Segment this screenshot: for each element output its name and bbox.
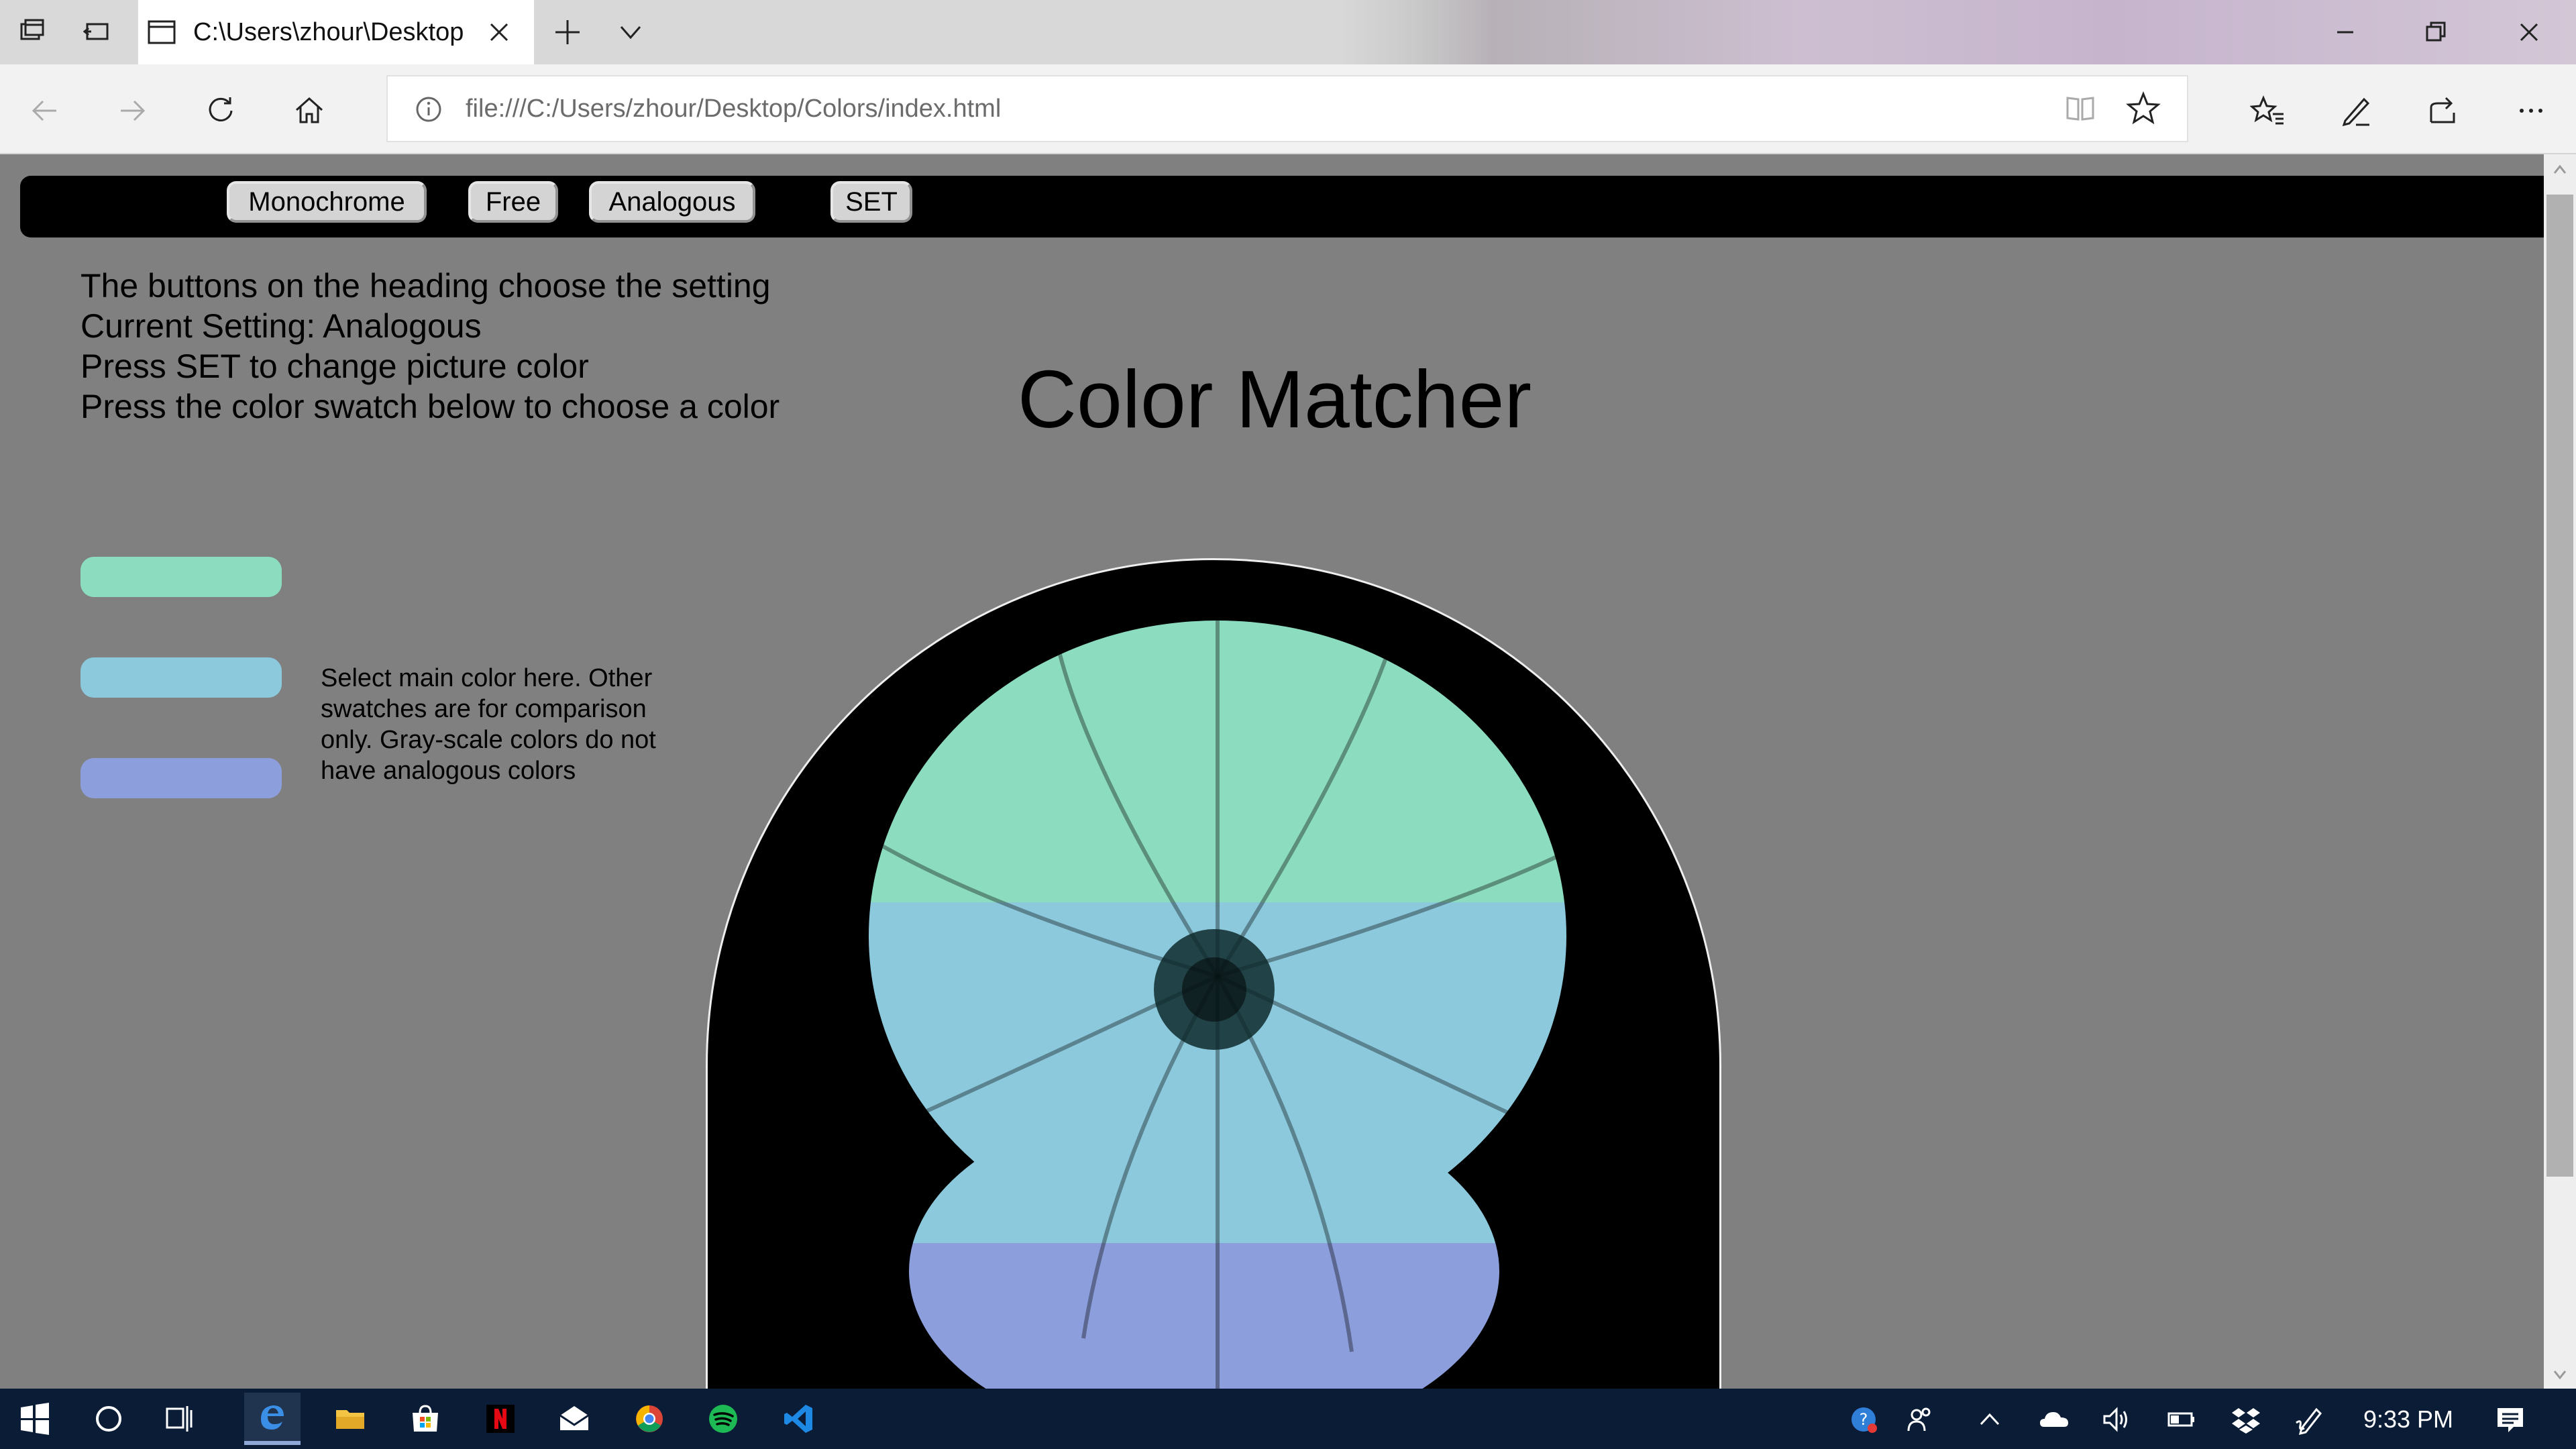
- url-text[interactable]: file:///C:/Users/zhour/Desktop/Colors/in…: [466, 90, 1539, 127]
- cortana-icon: [96, 1406, 121, 1432]
- comparison-swatch[interactable]: [80, 758, 282, 798]
- start-button[interactable]: [7, 1393, 63, 1445]
- taskbar-spotify[interactable]: [695, 1393, 751, 1445]
- chevron-down-icon[interactable]: [612, 17, 649, 47]
- taskbar-vscode[interactable]: [770, 1393, 826, 1445]
- new-tab-icon[interactable]: [549, 16, 586, 48]
- netflix-icon: [486, 1405, 515, 1433]
- battery-icon: [2167, 1412, 2194, 1427]
- start-icon: [21, 1403, 49, 1435]
- favorites-list-icon: [2250, 95, 2284, 125]
- tray-overflow[interactable]: [1970, 1399, 2010, 1440]
- more-button[interactable]: [2506, 86, 2556, 136]
- reading-view-icon[interactable]: [2062, 90, 2098, 126]
- help-icon: ?: [1851, 1407, 1877, 1433]
- more-icon: [2520, 109, 2542, 113]
- close-tab-icon[interactable]: [484, 17, 514, 47]
- tab-preview-icon[interactable]: [78, 13, 115, 51]
- tint-band-green: [869, 621, 1566, 902]
- volume-icon: [2103, 1407, 2127, 1432]
- notification-icon: [2498, 1408, 2523, 1432]
- chevron-up-icon: [1980, 1413, 2000, 1426]
- tray-onedrive[interactable]: [2034, 1399, 2074, 1440]
- taskbar-file-explorer[interactable]: [322, 1393, 378, 1445]
- tray-battery[interactable]: [2161, 1399, 2202, 1440]
- edge-icon: [261, 1405, 284, 1430]
- close-window-icon[interactable]: [2509, 16, 2549, 48]
- task-view-icon: [166, 1406, 193, 1432]
- tray-dropbox[interactable]: [2226, 1399, 2266, 1440]
- vscode-icon: [784, 1405, 812, 1433]
- analogous-button[interactable]: Analogous: [589, 181, 755, 223]
- store-icon: [413, 1405, 438, 1432]
- windows-ink-icon: [2296, 1407, 2322, 1436]
- refresh-icon: [209, 97, 233, 121]
- taskbar-netflix[interactable]: [472, 1393, 529, 1445]
- page-title: Color Matcher: [1017, 354, 1532, 445]
- info-icon[interactable]: [412, 93, 445, 126]
- back-button[interactable]: [20, 86, 70, 136]
- star-icon[interactable]: [2125, 90, 2161, 126]
- pen-icon: [2342, 97, 2370, 127]
- tray-action-center[interactable]: [2490, 1399, 2530, 1440]
- tray-help[interactable]: ?: [1843, 1399, 1884, 1440]
- spotify-icon: [709, 1405, 737, 1433]
- home-icon: [295, 97, 323, 123]
- cortana-button[interactable]: [80, 1393, 137, 1445]
- forward-button[interactable]: [107, 86, 157, 136]
- people-icon: [1907, 1407, 1931, 1432]
- comparison-swatch[interactable]: [80, 657, 282, 698]
- monochrome-button[interactable]: Monochrome: [227, 181, 427, 223]
- home-button[interactable]: [284, 86, 334, 136]
- arrow-left-icon: [32, 100, 56, 121]
- set-button[interactable]: SET: [830, 181, 912, 223]
- swatch-note: Select main color here. Other swatches a…: [321, 664, 656, 785]
- taskbar-mail[interactable]: [546, 1393, 602, 1445]
- taskbar-edge[interactable]: [244, 1393, 301, 1445]
- current-setting-text: Current Setting: Analogous: [80, 307, 482, 345]
- svg-text:?: ?: [1860, 1410, 1868, 1429]
- file-explorer-icon: [336, 1410, 364, 1429]
- scroll-up-icon[interactable]: [2546, 158, 2573, 182]
- minimize-icon[interactable]: [2325, 16, 2365, 48]
- refresh-button[interactable]: [196, 86, 246, 136]
- share-icon: [2430, 97, 2455, 123]
- web-note-button[interactable]: [2330, 86, 2380, 136]
- taskbar-clock[interactable]: 9:33 PM: [2348, 1401, 2469, 1438]
- flower-picture: [869, 621, 1566, 1428]
- tray-people[interactable]: [1900, 1399, 1940, 1440]
- onedrive-icon: [2040, 1412, 2068, 1427]
- taskbar-chrome[interactable]: [621, 1393, 678, 1445]
- scroll-down-icon[interactable]: [2546, 1362, 2573, 1386]
- taskbar-store[interactable]: [397, 1393, 453, 1445]
- dropbox-icon: [2232, 1408, 2260, 1434]
- restore-icon[interactable]: [2415, 16, 2455, 48]
- share-button[interactable]: [2418, 86, 2467, 136]
- instruction-line: The buttons on the heading choose the se…: [80, 267, 771, 305]
- favorites-button[interactable]: [2243, 86, 2293, 136]
- flower-image: [706, 558, 1721, 1430]
- arrow-right-icon: [121, 100, 146, 121]
- free-button[interactable]: Free: [468, 181, 558, 223]
- main-color-swatch[interactable]: [80, 557, 282, 597]
- tab-title: C:\Users\zhour\Desktop: [193, 18, 464, 46]
- tabs-aside-icon[interactable]: [13, 13, 51, 51]
- chrome-icon: [636, 1405, 663, 1432]
- tray-volume[interactable]: [2096, 1399, 2136, 1440]
- tray-pen[interactable]: [2290, 1399, 2330, 1440]
- page-icon: [148, 20, 176, 44]
- task-view-button[interactable]: [152, 1393, 208, 1445]
- scrollbar-thumb[interactable]: [2546, 195, 2573, 1177]
- mail-icon: [559, 1406, 589, 1430]
